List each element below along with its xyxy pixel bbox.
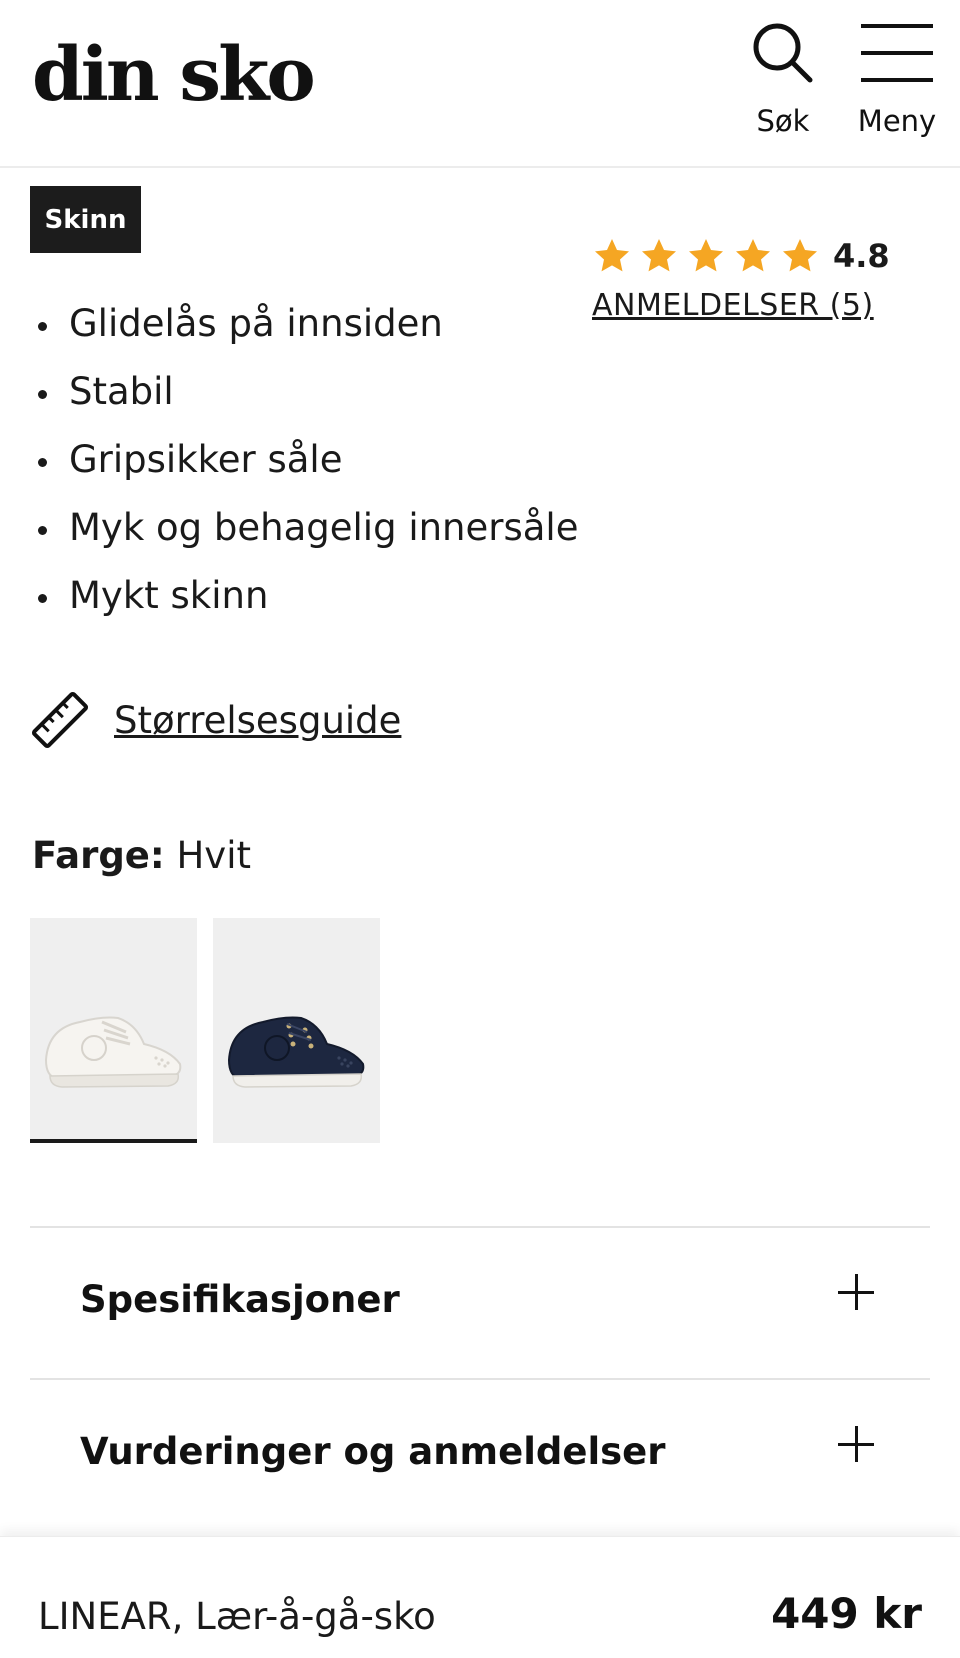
feature-text: Stabil — [69, 370, 174, 413]
list-item: Mykt skinn — [38, 570, 578, 638]
menu-label: Meny — [857, 104, 937, 138]
feature-text: Gripsikker såle — [69, 438, 343, 481]
product-price: 449 kr — [771, 1589, 922, 1638]
plus-icon — [838, 1424, 878, 1464]
material-badge: Skinn — [30, 186, 141, 253]
list-item: Stabil — [38, 366, 578, 434]
rating-stars[interactable]: 4.8 — [592, 236, 890, 276]
accordion-specifications[interactable]: Spesifikasjoner — [30, 1226, 930, 1378]
color-swatch-white[interactable] — [30, 918, 197, 1143]
color-value: Hvit — [176, 834, 251, 877]
star-icon — [783, 239, 817, 272]
list-item: Myk og behagelig innersåle — [38, 502, 578, 570]
product-name: LINEAR, Lær-å-gå-sko — [38, 1595, 436, 1638]
rating-score: 4.8 — [833, 237, 890, 275]
shoe-image-navy — [227, 1016, 365, 1088]
feature-text: Glidelås på innsiden — [69, 302, 443, 345]
star-icon — [642, 239, 676, 272]
feature-text: Myk og behagelig innersåle — [69, 506, 579, 549]
star-icon — [736, 239, 770, 272]
site-header: din sko Søk Meny — [0, 0, 960, 168]
reviews-link[interactable]: ANMELDELSER (5) — [592, 288, 874, 323]
search-icon — [753, 23, 813, 83]
hamburger-icon — [861, 24, 933, 82]
feature-list: Glidelås på innsiden Stabil Gripsikker s… — [38, 298, 578, 638]
star-icon — [595, 239, 629, 272]
search-label: Søk — [756, 104, 810, 138]
sticky-product-bar: LINEAR, Lær-å-gå-sko 449 kr — [0, 1536, 960, 1658]
plus-icon — [838, 1272, 878, 1312]
site-logo[interactable]: din sko — [32, 38, 316, 112]
size-guide-label: Størrelsesguide — [114, 698, 402, 742]
color-key: Farge: — [32, 834, 165, 877]
accordion-title: Spesifikasjoner — [80, 1278, 400, 1321]
list-item: Glidelås på innsiden — [38, 298, 578, 366]
shoe-image-white — [44, 1016, 182, 1088]
menu-button[interactable]: Meny — [842, 20, 952, 150]
color-selector-label: Farge: Hvit — [32, 834, 251, 877]
ruler-icon — [31, 691, 89, 749]
color-swatch-navy[interactable] — [213, 918, 380, 1143]
size-guide-link[interactable]: Størrelsesguide — [30, 690, 401, 750]
feature-text: Mykt skinn — [69, 574, 269, 617]
search-button[interactable]: Søk — [738, 20, 828, 150]
accordion-title: Vurderinger og anmeldelser — [80, 1430, 666, 1473]
accordion-reviews[interactable]: Vurderinger og anmeldelser — [30, 1378, 930, 1530]
star-icon — [689, 239, 723, 272]
list-item: Gripsikker såle — [38, 434, 578, 502]
